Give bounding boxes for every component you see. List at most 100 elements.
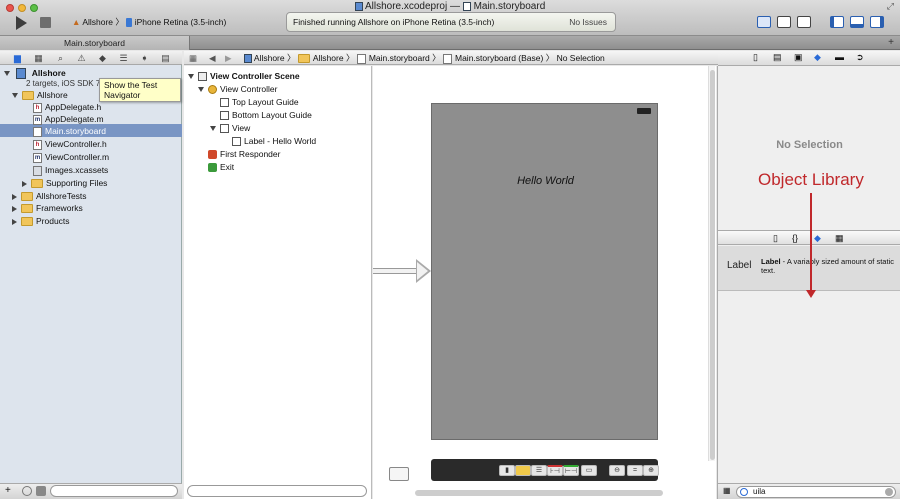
vertical-scrollbar[interactable]	[708, 66, 715, 461]
breadcrumb-item[interactable]: No Selection	[557, 53, 605, 63]
outline-label: View	[232, 123, 251, 133]
file-template-icon[interactable]: ▯	[773, 233, 778, 244]
toggle-outline-button[interactable]	[389, 467, 409, 481]
version-editor-icon[interactable]	[797, 16, 811, 28]
clear-search-icon[interactable]	[885, 488, 893, 496]
disclosure-triangle-icon[interactable]	[198, 87, 204, 93]
related-items-icon[interactable]: ▦	[189, 51, 197, 65]
disclosure-triangle-icon[interactable]	[12, 93, 18, 99]
window-title: Allshore.xcodeproj — Main.storyboard	[0, 1, 900, 12]
orientation-icon[interactable]	[515, 465, 531, 476]
outline-first-responder[interactable]: First Responder	[208, 148, 280, 161]
library-selector-bar: ▯ {} ◆ ▦	[718, 230, 900, 245]
navigator-filter-input[interactable]	[50, 485, 178, 497]
identity-inspector-icon[interactable]: ▣	[794, 52, 803, 63]
folder-icon	[21, 204, 33, 214]
breakpoint-icon[interactable]: ➧	[139, 53, 150, 63]
scheme-selector[interactable]: ▲ Allshore 〉 iPhone Retina (3.5-inch)	[72, 16, 226, 28]
nav-item-viewcontroller-m[interactable]: m ViewController.m	[33, 151, 109, 164]
test-navigator-icon[interactable]: ◆	[97, 53, 108, 63]
run-button[interactable]	[16, 16, 27, 30]
align-icon[interactable]: ☰	[531, 465, 547, 476]
file-inspector-icon[interactable]: ▯	[753, 52, 758, 63]
toggle-debug-area-icon[interactable]	[850, 16, 864, 28]
resizing-icon[interactable]: ▭	[581, 465, 597, 476]
header-file-icon: h	[33, 102, 42, 113]
zoom-out-icon[interactable]: ⊖	[609, 465, 625, 476]
media-library-icon[interactable]: ▦	[835, 233, 844, 244]
vertical-scroll-thumb[interactable]	[710, 70, 715, 460]
outline-label-hello-world[interactable]: Label - Hello World	[232, 135, 316, 148]
outline-bottom-layout-guide[interactable]: Bottom Layout Guide	[220, 109, 312, 122]
outline-view[interactable]: View	[210, 122, 250, 135]
attributes-inspector-icon[interactable]: ◆	[814, 52, 821, 63]
connections-inspector-icon[interactable]: ➲	[856, 52, 864, 63]
fullscreen-icon[interactable]: ⤢	[887, 1, 894, 12]
breadcrumb-item[interactable]: Main.storyboard	[369, 53, 430, 63]
symbol-navigator-icon[interactable]: ▦	[33, 53, 44, 63]
outline-filter-input[interactable]	[187, 485, 367, 497]
nav-item-frameworks[interactable]: Frameworks	[12, 202, 83, 215]
back-button[interactable]: ◀	[209, 51, 216, 65]
disclosure-triangle-icon[interactable]	[210, 126, 216, 132]
breadcrumb-item[interactable]: Allshore	[254, 53, 285, 63]
breadcrumb-item[interactable]: Allshore	[313, 53, 344, 63]
device-toggle-icon[interactable]: ▮	[499, 465, 515, 476]
toggle-utilities-icon[interactable]	[870, 16, 884, 28]
device-icon	[126, 18, 133, 28]
breadcrumb-item[interactable]: Main.storyboard (Base)	[455, 53, 543, 63]
nav-item-supporting-files[interactable]: Supporting Files	[22, 177, 107, 190]
folder-icon[interactable]: ▆	[12, 53, 23, 63]
quick-help-icon[interactable]: ▤	[773, 52, 782, 63]
outline-view-controller[interactable]: View Controller	[198, 83, 277, 96]
disclosure-triangle-icon[interactable]	[12, 218, 17, 225]
hello-world-label[interactable]: Hello World	[432, 175, 659, 187]
nav-item-main-storyboard[interactable]: Main.storyboard	[33, 125, 106, 138]
outline-exit[interactable]: Exit	[208, 161, 234, 174]
warning-icon[interactable]: ⚠	[76, 53, 87, 63]
nav-item-images-xcassets[interactable]: Images.xcassets	[33, 164, 108, 177]
outline-scene[interactable]: View Controller Scene	[188, 70, 300, 83]
tab-main-storyboard[interactable]: Main.storyboard	[0, 36, 190, 50]
library-item-label[interactable]: Label Label - A variably sized amount of…	[718, 246, 900, 291]
canvas-zoom-toolbar: ▮ ☰ ⊦⊣ ⊢⊣ ▭ ⊖ = ⊕	[431, 459, 659, 481]
standard-editor-icon[interactable]	[757, 16, 771, 28]
outline-label: View Controller	[220, 84, 278, 94]
forward-button[interactable]: ▶	[225, 51, 232, 65]
log-icon[interactable]: ▤	[160, 53, 171, 63]
assistant-editor-icon[interactable]	[777, 16, 791, 28]
zoom-reset-icon[interactable]: =	[627, 465, 643, 476]
grid-view-icon[interactable]: ▦	[723, 486, 731, 495]
nav-item-viewcontroller-h[interactable]: h ViewController.h	[33, 138, 107, 151]
search-icon[interactable]: ⌕	[55, 53, 66, 63]
recent-files-icon[interactable]	[22, 486, 32, 496]
app-target-icon: ▲	[72, 17, 81, 27]
zoom-in-icon[interactable]: ⊕	[643, 465, 659, 476]
resolve-issues-icon[interactable]: ⊢⊣	[563, 465, 579, 476]
code-snippet-icon[interactable]: {}	[792, 233, 798, 243]
library-search-input[interactable]: uila	[736, 486, 896, 498]
view-controller-scene[interactable]: Hello World	[431, 103, 658, 440]
pin-icon[interactable]: ⊦⊣	[547, 465, 563, 476]
disclosure-triangle-icon[interactable]	[12, 193, 17, 200]
size-inspector-icon[interactable]: ▬	[835, 52, 844, 62]
initial-scene-arrow-head-inner	[417, 262, 428, 280]
navigator-selector-bar: ▆ ▦ ⌕ ⚠ ◆ ☰ ➧ ▤	[0, 51, 182, 65]
add-file-button[interactable]: +	[5, 485, 11, 496]
object-library-icon[interactable]: ◆	[814, 233, 821, 244]
horizontal-scroll-thumb[interactable]	[415, 490, 663, 496]
disclosure-triangle-icon[interactable]	[188, 74, 194, 80]
outline-top-layout-guide[interactable]: Top Layout Guide	[220, 96, 299, 109]
disclosure-triangle-icon[interactable]	[12, 205, 17, 212]
disclosure-triangle-icon[interactable]	[22, 180, 27, 187]
debug-navigator-icon[interactable]: ☰	[118, 53, 129, 63]
add-tab-button[interactable]: +	[888, 36, 894, 49]
disclosure-triangle-icon[interactable]	[4, 71, 10, 77]
toggle-navigator-icon[interactable]	[830, 16, 844, 28]
scm-filter-icon[interactable]	[36, 486, 46, 496]
view-controller-icon	[208, 85, 217, 95]
tab-bar: Main.storyboard +	[0, 36, 900, 50]
nav-item-products[interactable]: Products	[12, 215, 70, 228]
exit-icon	[208, 163, 217, 173]
stop-button[interactable]	[40, 17, 51, 28]
